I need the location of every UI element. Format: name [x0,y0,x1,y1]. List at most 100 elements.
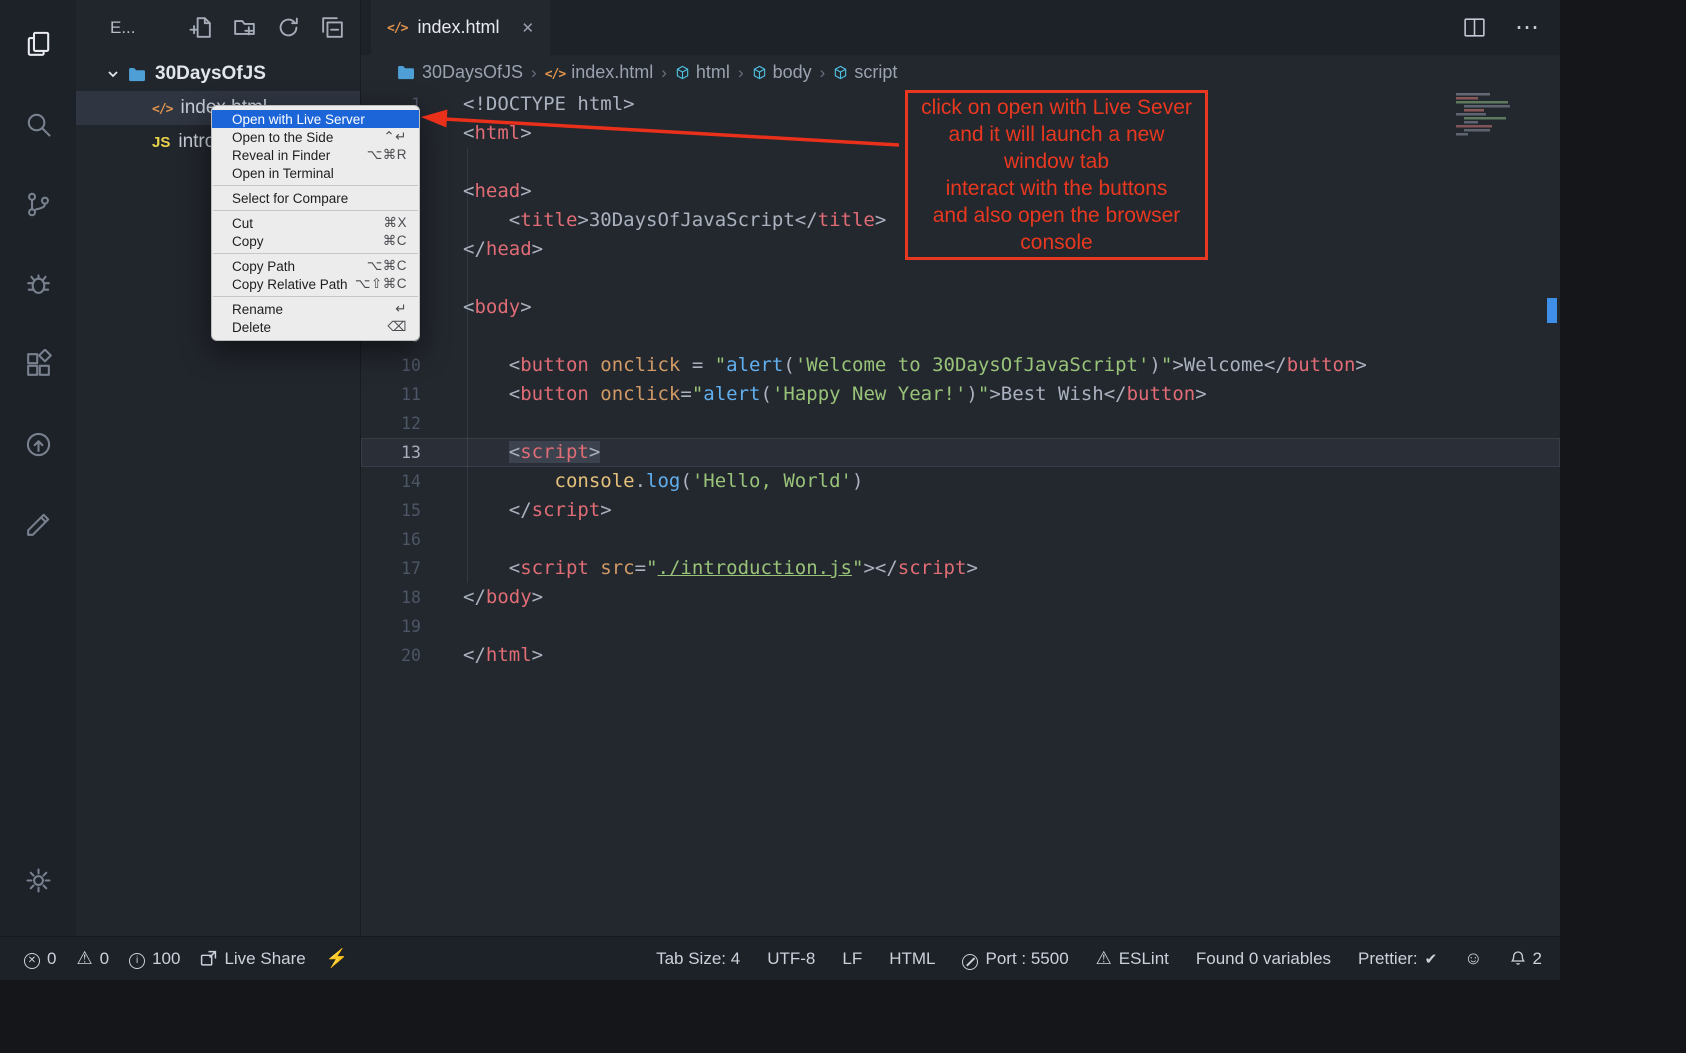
menu-item-select-for-compare[interactable]: Select for Compare [212,189,419,207]
breadcrumb-item-index.html[interactable]: </>index.html [545,62,654,83]
menu-shortcut: ↵ [395,301,407,317]
menu-item-label: Copy Path [232,259,295,274]
status-tab-size[interactable]: Tab Size: 4 [656,949,740,969]
status-encoding[interactable]: UTF-8 [767,949,815,969]
breadcrumb-label: script [854,62,897,83]
breadcrumb-label: html [696,62,730,83]
code-line[interactable]: 8<body> [361,293,1560,322]
code-line[interactable]: 16 [361,525,1560,554]
status-text: 0 [47,949,56,969]
menu-item-label: Select for Compare [232,191,348,206]
collapse-all-icon[interactable] [321,16,344,39]
scrollbar-marker[interactable] [1547,298,1557,323]
folder-row-root[interactable]: 30DaysOfJS [76,57,360,91]
code-line[interactable]: 20</html> [361,641,1560,670]
code-line[interactable]: 14 console.log('Hello, World') [361,467,1560,496]
status-prettier[interactable]: Prettier:✔ [1358,949,1437,969]
menu-item-open-in-terminal[interactable]: Open in Terminal [212,164,419,182]
menu-item-copy-relative-path[interactable]: Copy Relative Path⌥⇧⌘C [212,275,419,293]
new-file-icon[interactable] [189,16,212,39]
menu-item-label: Copy [232,234,264,249]
line-number: 19 [361,612,421,641]
code-line[interactable]: 19 [361,612,1560,641]
source-control-icon[interactable] [0,164,76,244]
line-number: 15 [361,496,421,525]
menu-item-label: Open with Live Server [232,112,365,127]
refresh-icon[interactable] [277,16,300,39]
menu-item-copy[interactable]: Copy⌘C [212,232,419,250]
code-text: <!DOCTYPE html> [463,90,635,119]
status-language-mode[interactable]: HTML [889,949,935,969]
split-editor-icon[interactable] [1462,15,1487,40]
search-icon[interactable] [0,84,76,164]
status-text: Tab Size: 4 [656,949,740,969]
minimap[interactable] [1456,93,1544,148]
code-line[interactable]: 12 [361,409,1560,438]
status-text: 0 [100,949,109,969]
menu-item-open-to-the-side[interactable]: Open to the Side⌃↵ [212,128,419,146]
code-text: <html> [463,119,532,148]
breadcrumb-item-body[interactable]: body [752,62,812,83]
menu-item-copy-path[interactable]: Copy Path⌥⌘C [212,257,419,275]
menu-separator [213,210,418,211]
line-number: 14 [361,467,421,496]
menu-separator [213,253,418,254]
status-variables-found[interactable]: Found 0 variables [1196,949,1331,969]
status-feedback-smiley[interactable]: ☺ [1464,949,1482,969]
feedback-icon[interactable] [0,484,76,564]
tab-index.html[interactable]: </>index.html✕ [371,0,550,55]
code-line[interactable]: 7 [361,264,1560,293]
line-number: 17 [361,554,421,583]
breadcrumb-item-script[interactable]: script [833,62,897,83]
extensions-icon[interactable] [0,324,76,404]
status-warnings[interactable]: ⚠0 [76,949,109,969]
symbol-icon [833,65,848,80]
status-notifications[interactable]: 2 [1510,949,1542,969]
code-line[interactable]: 15 </script> [361,496,1560,525]
breadcrumb-label: index.html [571,62,653,83]
check-icon: ✔ [1425,949,1438,969]
status-eol[interactable]: LF [842,949,862,969]
menu-item-rename[interactable]: Rename ↵ [212,300,419,318]
breadcrumb-item-html[interactable]: html [675,62,730,83]
tab-bar: </>index.html✕ ⋯ [361,0,1560,55]
code-line[interactable]: 17 <script src="./introduction.js"></scr… [361,554,1560,583]
menu-item-label: Copy Relative Path [232,277,348,292]
activity-bar [0,0,76,936]
gear-icon[interactable] [0,840,76,920]
menu-item-cut[interactable]: Cut⌘X [212,214,419,232]
smiley-icon: ☺ [1464,949,1482,969]
status-quick-run[interactable]: ⚡ [326,949,348,969]
status-live-share[interactable]: Live Share [200,949,305,969]
code-line[interactable]: 18</body> [361,583,1560,612]
menu-item-reveal-in-finder[interactable]: Reveal in Finder⌥⌘R [212,146,419,164]
code-line[interactable]: 9 [361,322,1560,351]
status-text: HTML [889,949,935,969]
status-info-count[interactable]: i100 [129,948,180,969]
breadcrumb-item-30DaysOfJS[interactable]: 30DaysOfJS [397,62,523,83]
warning-icon: ⚠ [76,949,92,969]
menu-shortcut: ⌫ [387,319,407,335]
breadcrumb-separator: › [737,63,745,83]
annotation-line: and it will launch a new [908,121,1205,148]
code-line[interactable]: 11 <button onclick="alert('Happy New Yea… [361,380,1560,409]
html-file-icon: </> [387,19,407,37]
new-folder-icon[interactable] [233,16,256,39]
files-icon[interactable] [0,4,76,84]
code-text: </body> [463,583,543,612]
menu-item-open-with-live-server[interactable]: Open with Live Server [212,110,419,128]
close-icon[interactable]: ✕ [522,19,535,37]
code-text: <title>30DaysOfJavaScript</title> [463,206,886,235]
status-bar: ✕0⚠0i100Live Share⚡ Tab Size: 4UTF-8LFHT… [0,936,1560,980]
code-line[interactable]: 10 <button onclick = "alert('Welcome to … [361,351,1560,380]
menu-item-label: Rename [232,302,283,317]
status-eslint[interactable]: ⚠ESLint [1096,949,1169,969]
status-live-server-port[interactable]: Port : 5500 [962,947,1068,969]
code-line[interactable]: 13 <script> [361,438,1560,467]
menu-item-delete[interactable]: Delete⌫ [212,318,419,336]
debug-icon[interactable] [0,244,76,324]
status-errors[interactable]: ✕0 [24,948,56,969]
more-actions-icon[interactable]: ⋯ [1515,13,1540,42]
remote-icon[interactable] [0,404,76,484]
status-bar-left: ✕0⚠0i100Live Share⚡ [24,948,348,969]
